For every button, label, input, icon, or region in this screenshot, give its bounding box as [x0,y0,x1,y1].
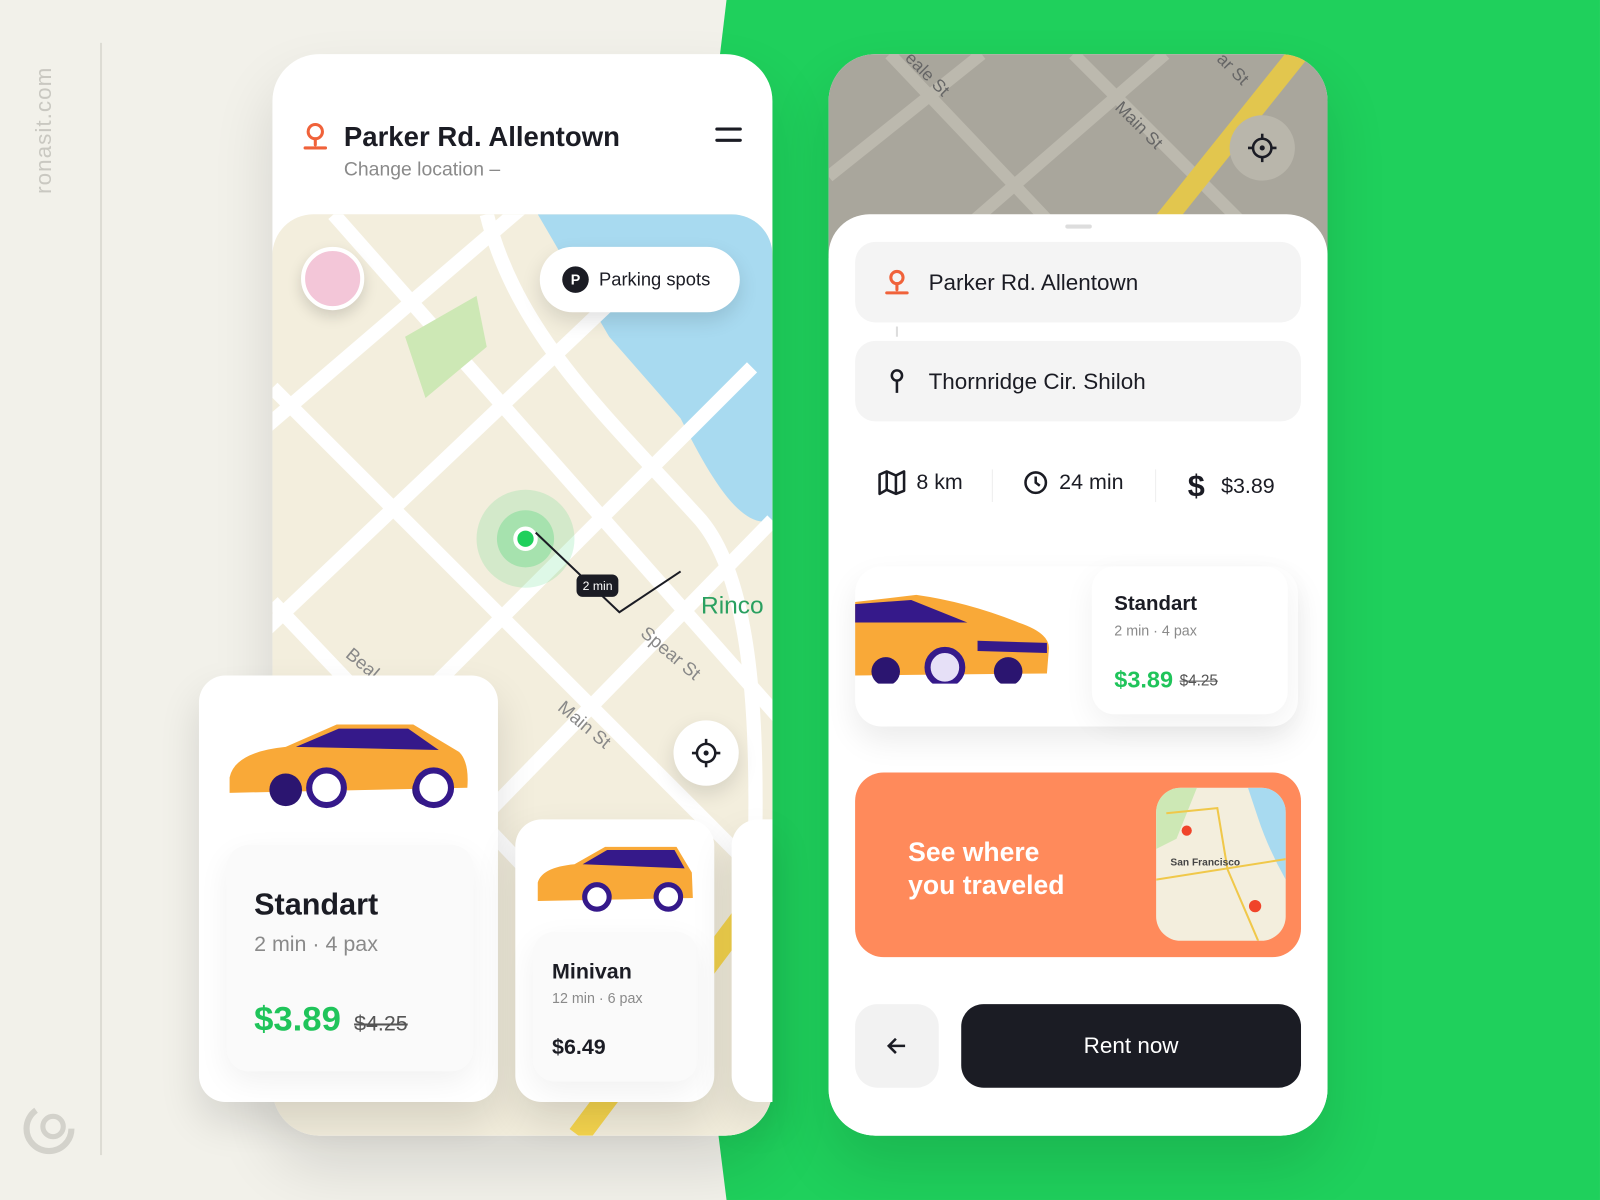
eta-badge: 2 min [576,574,619,597]
map-city-label: San Francisco [1170,857,1241,869]
divider [991,469,993,503]
pickup-field[interactable]: Parker Rd. Allentown [855,241,1302,323]
pickup-value: Parker Rd. Allentown [928,268,1139,295]
location-pin-icon [303,122,328,150]
destination-field[interactable]: Thornridge Cir. Shiloh [855,340,1302,422]
route-connector [895,326,898,337]
banner-line-1: See where [908,836,1040,868]
car-price: $3.89 [1114,666,1174,693]
selected-car-card[interactable]: Standart 2 min · 4 pax $3.89 $4.25 [855,566,1298,727]
parking-icon: P [562,266,589,293]
car-meta: 2 min · 4 pax [1114,622,1197,639]
car-option-standart[interactable]: Standart 2 min · 4 pax $3.89 $4.25 [198,675,498,1103]
watermark: ronasit.com [30,66,57,194]
street-label: Rinco [701,591,764,620]
arrow-left-icon [886,1037,906,1054]
user-avatar[interactable] [301,246,365,311]
trip-sheet: Parker Rd. Allentown Thornridge Cir. Shi… [828,214,1328,1136]
car-option-partial[interactable] [731,819,773,1103]
right-phone: eale St Main St ar St Parker Rd. Allento… [828,54,1328,1136]
taxi-car-image [855,594,1049,684]
crosshair-icon [1247,133,1277,163]
clock-icon [1024,471,1048,495]
car-name: Standart [1114,592,1198,616]
car-price: $3.89 [254,999,341,1039]
car-old-price: $4.25 [354,1012,408,1036]
distance-value: 8 km [916,470,963,494]
car-option-minivan[interactable]: Minivan 12 min · 6 pax $6.49 [515,819,715,1103]
dollar-icon: $ [1187,469,1205,504]
map-pin-icon [890,368,904,393]
car-meta: 12 min · 6 pax [552,989,643,1007]
banner-text: See where you traveled [908,836,1064,901]
car-meta: 2 min · 4 pax [254,932,378,957]
car-name: Standart [254,887,379,922]
price-value: $3.89 [1221,474,1275,498]
back-button[interactable] [855,1004,939,1088]
car-old-price: $4.25 [1179,672,1218,690]
crosshair-icon [691,738,721,768]
location-title[interactable]: Parker Rd. Allentown [344,121,620,153]
taxi-car-image [229,724,468,809]
menu-icon[interactable] [715,127,742,142]
rent-now-button[interactable]: Rent now [961,1004,1302,1088]
parking-spots-label: Parking spots [598,268,711,290]
travel-map-thumbnail: San Francisco [1156,787,1286,941]
locate-me-button[interactable] [1229,115,1295,181]
drag-handle[interactable] [1065,224,1092,229]
car-price: $6.49 [552,1035,606,1060]
brand-logo-icon [23,1103,75,1155]
banner-line-2: you traveled [908,869,1065,900]
distance-stat: 8 km [878,469,963,496]
price-stat: $ $3.89 [1188,469,1275,504]
car-name: Minivan [552,960,632,984]
duration-stat: 24 min [1022,469,1123,496]
divider [1155,469,1157,503]
travel-history-banner[interactable]: See where you traveled San Francisco [855,772,1302,958]
map-icon [878,470,906,496]
minivan-car-image [537,846,693,912]
destination-value: Thornridge Cir. Shiloh [928,367,1146,394]
divider [99,42,103,1156]
parking-spots-button[interactable]: P Parking spots [539,246,740,313]
locate-me-button[interactable] [673,720,739,786]
duration-value: 24 min [1059,470,1124,494]
change-location-link[interactable]: Change location – [344,159,500,181]
location-pin-icon [885,269,909,294]
